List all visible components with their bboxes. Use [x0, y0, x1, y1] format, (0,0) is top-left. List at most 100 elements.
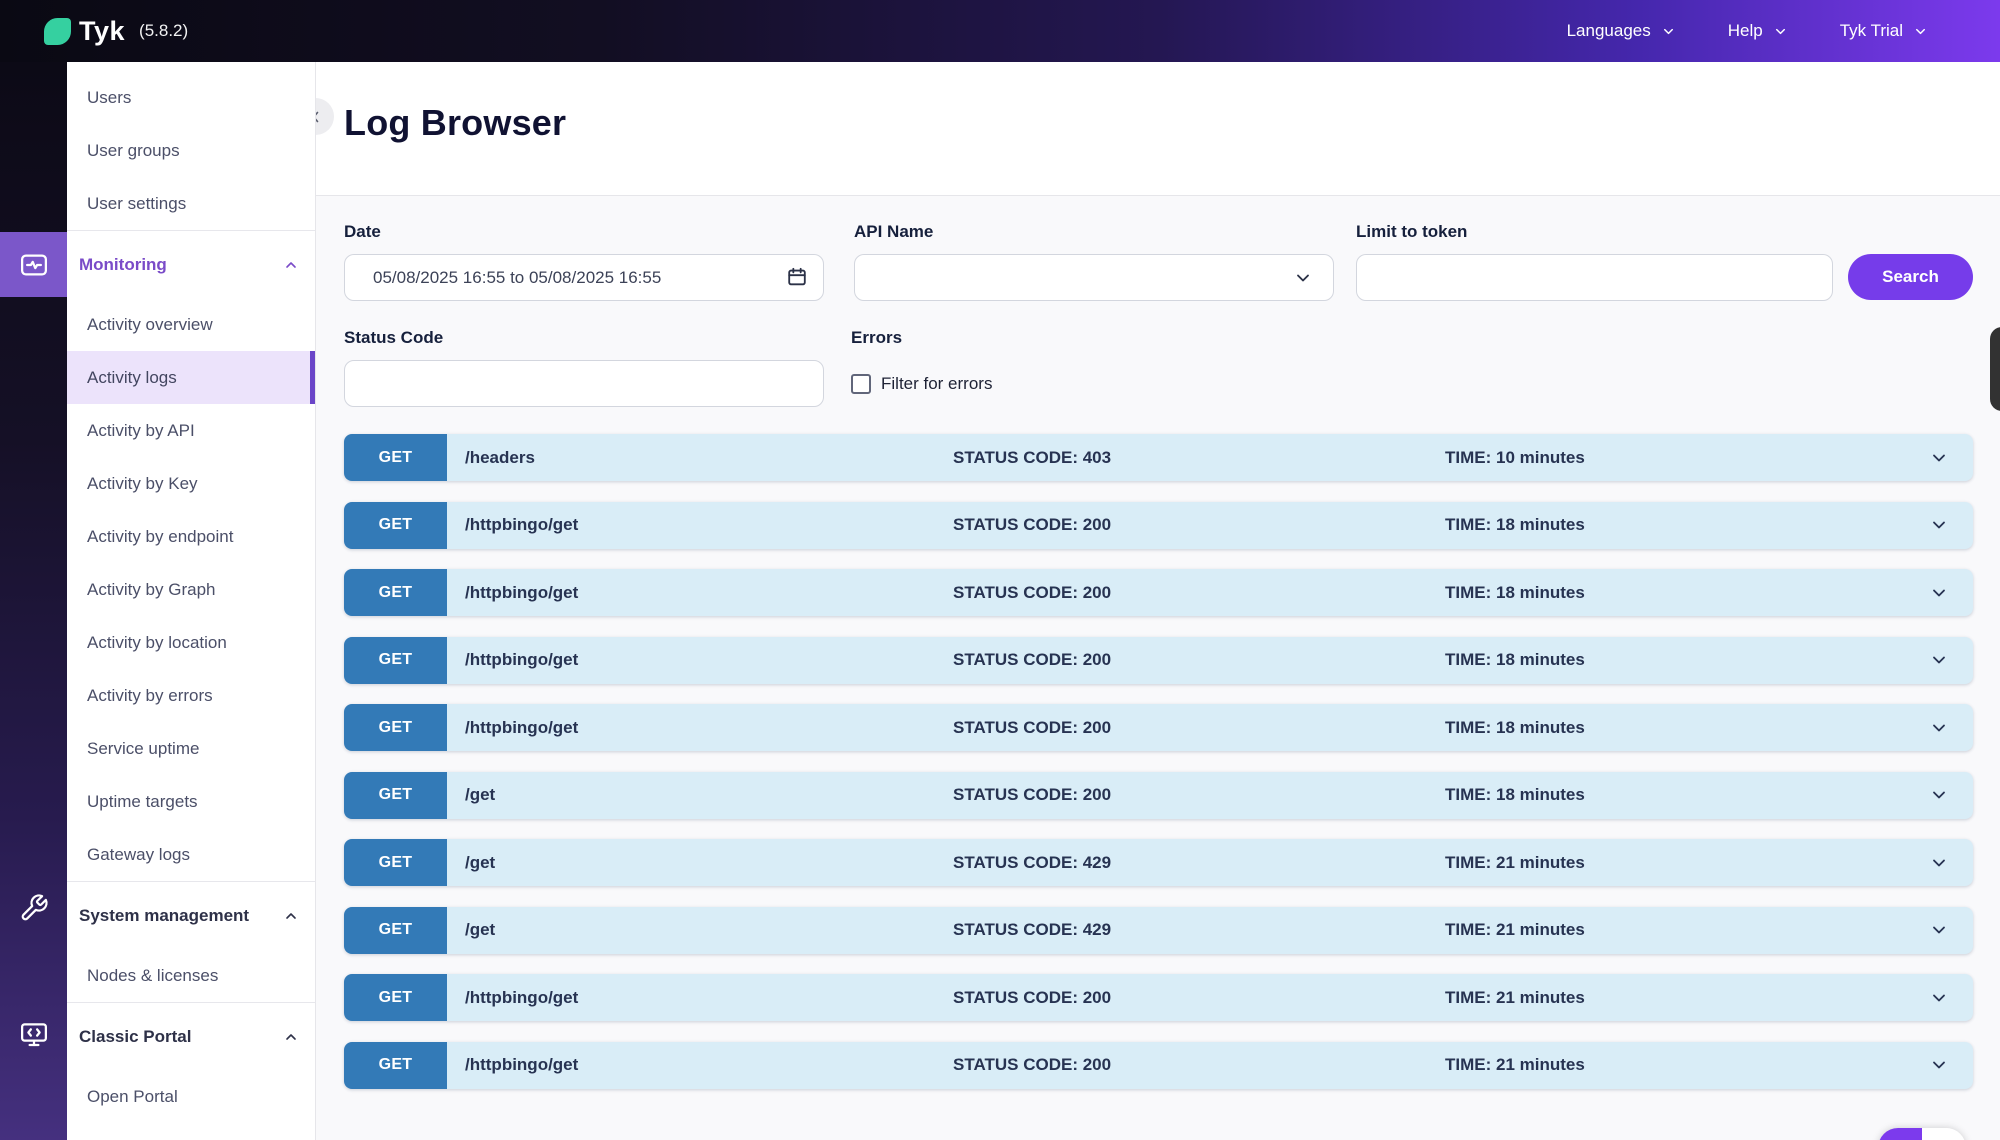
sidebar: Users User groups User settings Monitori…: [67, 62, 316, 1140]
page-header: Log Browser: [316, 62, 2000, 196]
chevron-down-icon[interactable]: [1929, 718, 1949, 738]
log-row[interactable]: GET /httpbingo/get STATUS CODE: 200 TIME…: [344, 704, 1973, 751]
api-name-select[interactable]: [854, 254, 1334, 301]
method-badge: GET: [344, 839, 447, 886]
limit-to-token-input[interactable]: [1356, 254, 1833, 301]
method-badge: GET: [344, 569, 447, 616]
sidebar-item-activity-by-errors[interactable]: Activity by errors: [67, 669, 315, 722]
icon-rail: [0, 62, 67, 1140]
rail-item-system-management[interactable]: [0, 892, 67, 924]
log-status: STATUS CODE: 200: [953, 1055, 1111, 1075]
tyk-logo-icon: [44, 18, 71, 45]
sidebar-item-activity-by-location[interactable]: Activity by location: [67, 616, 315, 669]
activity-monitor-icon: [18, 249, 50, 281]
status-code-label: Status Code: [344, 328, 443, 348]
log-path: /httpbingo/get: [465, 583, 578, 603]
sidebar-item-activity-overview[interactable]: Activity overview: [67, 298, 315, 351]
chevron-down-icon: [1661, 24, 1676, 39]
page-title: Log Browser: [344, 102, 566, 144]
search-button[interactable]: Search: [1848, 254, 1973, 300]
log-status: STATUS CODE: 200: [953, 650, 1111, 670]
log-row[interactable]: GET /httpbingo/get STATUS CODE: 200 TIME…: [344, 974, 1973, 1021]
chevron-down-icon[interactable]: [1929, 920, 1949, 940]
log-row[interactable]: GET /get STATUS CODE: 429 TIME: 21 minut…: [344, 839, 1973, 886]
sidebar-item-users[interactable]: Users: [67, 71, 315, 124]
api-name-label: API Name: [854, 222, 933, 242]
log-status: STATUS CODE: 429: [953, 853, 1111, 873]
rail-item-monitoring[interactable]: [0, 232, 67, 297]
log-path: /get: [465, 920, 495, 940]
log-status: STATUS CODE: 403: [953, 448, 1111, 468]
sidebar-section-system-management[interactable]: System management: [67, 882, 315, 949]
filter-for-errors-checkbox[interactable]: [851, 374, 871, 394]
log-time: TIME: 18 minutes: [1445, 515, 1585, 535]
chevron-down-icon[interactable]: [1929, 1055, 1949, 1075]
rail-item-classic-portal[interactable]: [0, 1019, 67, 1051]
sidebar-item-activity-by-endpoint[interactable]: Activity by endpoint: [67, 510, 315, 563]
log-list: GET /headers STATUS CODE: 403 TIME: 10 m…: [344, 434, 1973, 1109]
log-path: /httpbingo/get: [465, 718, 578, 738]
log-row[interactable]: GET /httpbingo/get STATUS CODE: 200 TIME…: [344, 1042, 1973, 1089]
chevron-down-icon[interactable]: [1929, 650, 1949, 670]
log-time: TIME: 21 minutes: [1445, 920, 1585, 940]
date-label: Date: [344, 222, 381, 242]
brand: Tyk (5.8.2): [0, 16, 188, 47]
chevron-down-icon: [1913, 24, 1928, 39]
errors-label: Errors: [851, 328, 902, 348]
chevron-down-icon: [1293, 268, 1313, 288]
sidebar-item-nodes-licenses[interactable]: Nodes & licenses: [67, 949, 315, 1002]
sidebar-item-open-portal[interactable]: Open Portal: [67, 1070, 315, 1123]
log-path: /httpbingo/get: [465, 515, 578, 535]
sidebar-item-user-groups[interactable]: User groups: [67, 124, 315, 177]
log-row[interactable]: GET /get STATUS CODE: 429 TIME: 21 minut…: [344, 907, 1973, 954]
brand-version: (5.8.2): [139, 21, 188, 41]
chevron-down-icon[interactable]: [1929, 583, 1949, 603]
sidebar-section-monitoring[interactable]: Monitoring: [67, 231, 315, 298]
chevron-down-icon: [1773, 24, 1788, 39]
sidebar-item-uptime-targets[interactable]: Uptime targets: [67, 775, 315, 828]
status-code-input[interactable]: [344, 360, 824, 407]
method-badge: GET: [344, 1042, 447, 1089]
calendar-icon[interactable]: [786, 266, 808, 288]
chevron-down-icon[interactable]: [1929, 988, 1949, 1008]
chevron-up-icon: [283, 257, 299, 273]
sidebar-item-activity-logs[interactable]: Activity logs: [67, 351, 315, 404]
method-badge: GET: [344, 637, 447, 684]
method-badge: GET: [344, 434, 447, 481]
log-row[interactable]: GET /get STATUS CODE: 200 TIME: 18 minut…: [344, 772, 1973, 819]
nav-languages[interactable]: Languages: [1567, 21, 1676, 41]
method-badge: GET: [344, 704, 447, 751]
chevron-down-icon[interactable]: [1929, 448, 1949, 468]
sidebar-item-gateway-logs[interactable]: Gateway logs: [67, 828, 315, 881]
floating-widget[interactable]: [1878, 1128, 1966, 1140]
chevron-down-icon[interactable]: [1929, 515, 1949, 535]
sidebar-item-activity-by-graph[interactable]: Activity by Graph: [67, 563, 315, 616]
sidebar-item-activity-by-api[interactable]: Activity by API: [67, 404, 315, 457]
sidebar-item-service-uptime[interactable]: Service uptime: [67, 722, 315, 775]
method-badge: GET: [344, 772, 447, 819]
date-range-input[interactable]: [344, 254, 824, 301]
log-time: TIME: 18 minutes: [1445, 583, 1585, 603]
log-row[interactable]: GET /httpbingo/get STATUS CODE: 200 TIME…: [344, 569, 1973, 616]
chevron-down-icon[interactable]: [1929, 785, 1949, 805]
chevron-up-icon: [283, 1029, 299, 1045]
method-badge: GET: [344, 502, 447, 549]
log-row[interactable]: GET /httpbingo/get STATUS CODE: 200 TIME…: [344, 637, 1973, 684]
log-row[interactable]: GET /headers STATUS CODE: 403 TIME: 10 m…: [344, 434, 1973, 481]
log-status: STATUS CODE: 200: [953, 515, 1111, 535]
nav-tyk-trial[interactable]: Tyk Trial: [1840, 21, 1928, 41]
log-path: /get: [465, 853, 495, 873]
log-time: TIME: 18 minutes: [1445, 785, 1585, 805]
sidebar-section-classic-portal[interactable]: Classic Portal: [67, 1003, 315, 1070]
log-status: STATUS CODE: 200: [953, 583, 1111, 603]
scrollbar-thumb[interactable]: [1990, 327, 2000, 411]
log-status: STATUS CODE: 200: [953, 718, 1111, 738]
sidebar-item-user-settings[interactable]: User settings: [67, 177, 315, 230]
chevron-down-icon[interactable]: [1929, 853, 1949, 873]
sidebar-item-activity-by-key[interactable]: Activity by Key: [67, 457, 315, 510]
log-row[interactable]: GET /httpbingo/get STATUS CODE: 200 TIME…: [344, 502, 1973, 549]
filter-for-errors-text: Filter for errors: [881, 374, 992, 394]
wrench-icon: [18, 892, 50, 924]
topnav: Languages Help Tyk Trial: [1567, 21, 2000, 41]
nav-help[interactable]: Help: [1728, 21, 1788, 41]
